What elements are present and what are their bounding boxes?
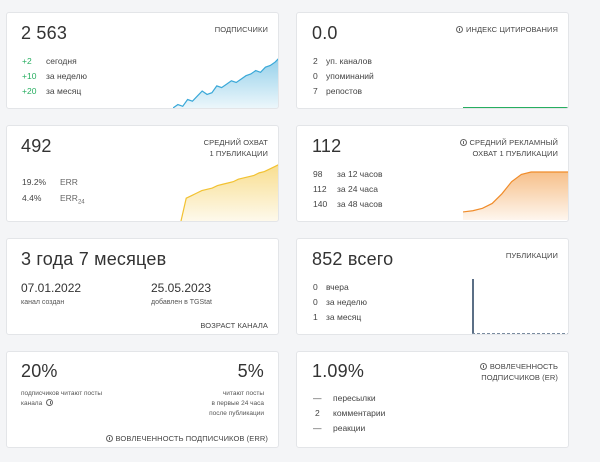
channel-age-card[interactable]: 3 года 7 месяцев 07.01.2022 канал создан… <box>6 238 279 335</box>
channel-age-label: ВОЗРАСТ КАНАЛА <box>200 321 268 330</box>
posts-week: 0 за неделю <box>313 297 367 307</box>
publications-total: 852 всего <box>312 249 394 269</box>
posts-yesterday: 0 вчера <box>313 282 349 292</box>
er-forwards: — пересылки <box>313 393 376 403</box>
er-value: 1.09% <box>312 361 365 381</box>
er-card[interactable]: 1.09% ВОВЛЕЧЕННОСТЬ ПОДПИСЧИКОВ (ER) — пер… <box>296 351 569 448</box>
subscribers-month: +20 за месяц <box>22 86 82 96</box>
engagement-right-value: 5% <box>237 361 264 381</box>
publications-card[interactable]: 852 всего ПУБЛИКАЦИИ 0 вчера 0 за неделю 1… <box>296 238 569 335</box>
subscribers-sparkline <box>173 58 278 108</box>
sparkline-area <box>463 172 568 220</box>
subscribers-week: +10 за неделю <box>22 71 87 81</box>
er-reactions: — реакции <box>313 423 366 433</box>
engagement-left-value: 20% <box>21 361 58 381</box>
engagement-err-card[interactable]: 20% подписчиков читают посты канала 5% ч… <box>6 351 279 448</box>
ad-reach-sparkline <box>463 171 568 220</box>
reach-sparkline <box>180 164 278 221</box>
engagement-left-text: подписчиков читают посты канала <box>21 390 103 407</box>
created-label: канал создан <box>21 299 65 306</box>
subscribers-label: ПОДПИСЧИКИ <box>214 25 268 34</box>
ad-reach-value: 112 <box>312 136 342 156</box>
posts-bar <box>472 279 474 334</box>
info-icon[interactable] <box>105 435 113 442</box>
citation-baseline <box>463 107 568 108</box>
er-label: ВОВЛЕЧЕННОСТЬ ПОДПИСЧИКОВ (ER) <box>479 362 558 382</box>
posts-month: 1 за месяц <box>313 312 362 322</box>
er-comments: 2 комментарии <box>315 408 386 418</box>
info-icon[interactable] <box>479 363 487 370</box>
channel-age-value: 3 года 7 месяцев <box>21 249 167 269</box>
publications-label: ПУБЛИКАЦИИ <box>505 251 558 260</box>
reach-value: 492 <box>21 136 52 156</box>
reach-err24: 4.4% ERR24 <box>22 193 85 206</box>
subscribers-today: +2 сегодня <box>22 56 77 66</box>
ad-reach-label: СРЕДНИЙ РЕКЛАМНЫЙ ОХВАТ 1 ПУБЛИКАЦИИ <box>459 137 558 159</box>
citation-mentions: 0 упоминаний <box>313 71 374 81</box>
citation-index-value: 0.0 <box>312 23 338 43</box>
ad-reach-24h: 112 за 24 часа <box>313 184 378 194</box>
info-icon[interactable] <box>46 399 54 406</box>
added-date: 25.05.2023 <box>151 281 212 295</box>
sparkline-area <box>173 59 278 108</box>
citation-reposts: 7 репостов <box>313 86 363 96</box>
ad-reach-48h: 140 за 48 часов <box>313 199 383 209</box>
citation-label: ИНДЕКС ЦИТИРОВАНИЯ <box>455 24 558 35</box>
reach-err: 19.2% ERR <box>22 177 78 187</box>
posts-baseline <box>472 333 568 334</box>
added-label: добавлен в TGStat <box>151 299 212 306</box>
engagement-err-label: ВОВЛЕЧЕННОСТЬ ПОДПИСЧИКОВ (ERR) <box>105 433 268 444</box>
created-date: 07.01.2022 <box>21 281 82 295</box>
info-icon[interactable] <box>459 139 467 146</box>
reach-label: СРЕДНИЙ ОХВАТ 1 ПУБЛИКАЦИИ <box>203 138 268 158</box>
ad-reach-12h: 98 за 12 часов <box>313 169 383 179</box>
citation-card[interactable]: 0.0 ИНДЕКС ЦИТИРОВАНИЯ 2 уп. каналов 0 упо… <box>296 12 569 109</box>
ad-reach-card[interactable]: 112 СРЕДНИЙ РЕКЛАМНЫЙ ОХВАТ 1 ПУБЛИКАЦИИ … <box>296 125 569 222</box>
citation-channels: 2 уп. каналов <box>313 56 372 66</box>
info-icon[interactable] <box>455 26 463 33</box>
engagement-right-text: читают посты в первые 24 часа после публ… <box>209 390 264 417</box>
subscribers-count: 2 563 <box>21 23 68 43</box>
subscribers-card[interactable]: 2 563 ПОДПИСЧИКИ +2 сегодня +10 за неделю … <box>6 12 279 109</box>
reach-card[interactable]: 492 СРЕДНИЙ ОХВАТ 1 ПУБЛИКАЦИИ 19.2% ERR 4… <box>6 125 279 222</box>
